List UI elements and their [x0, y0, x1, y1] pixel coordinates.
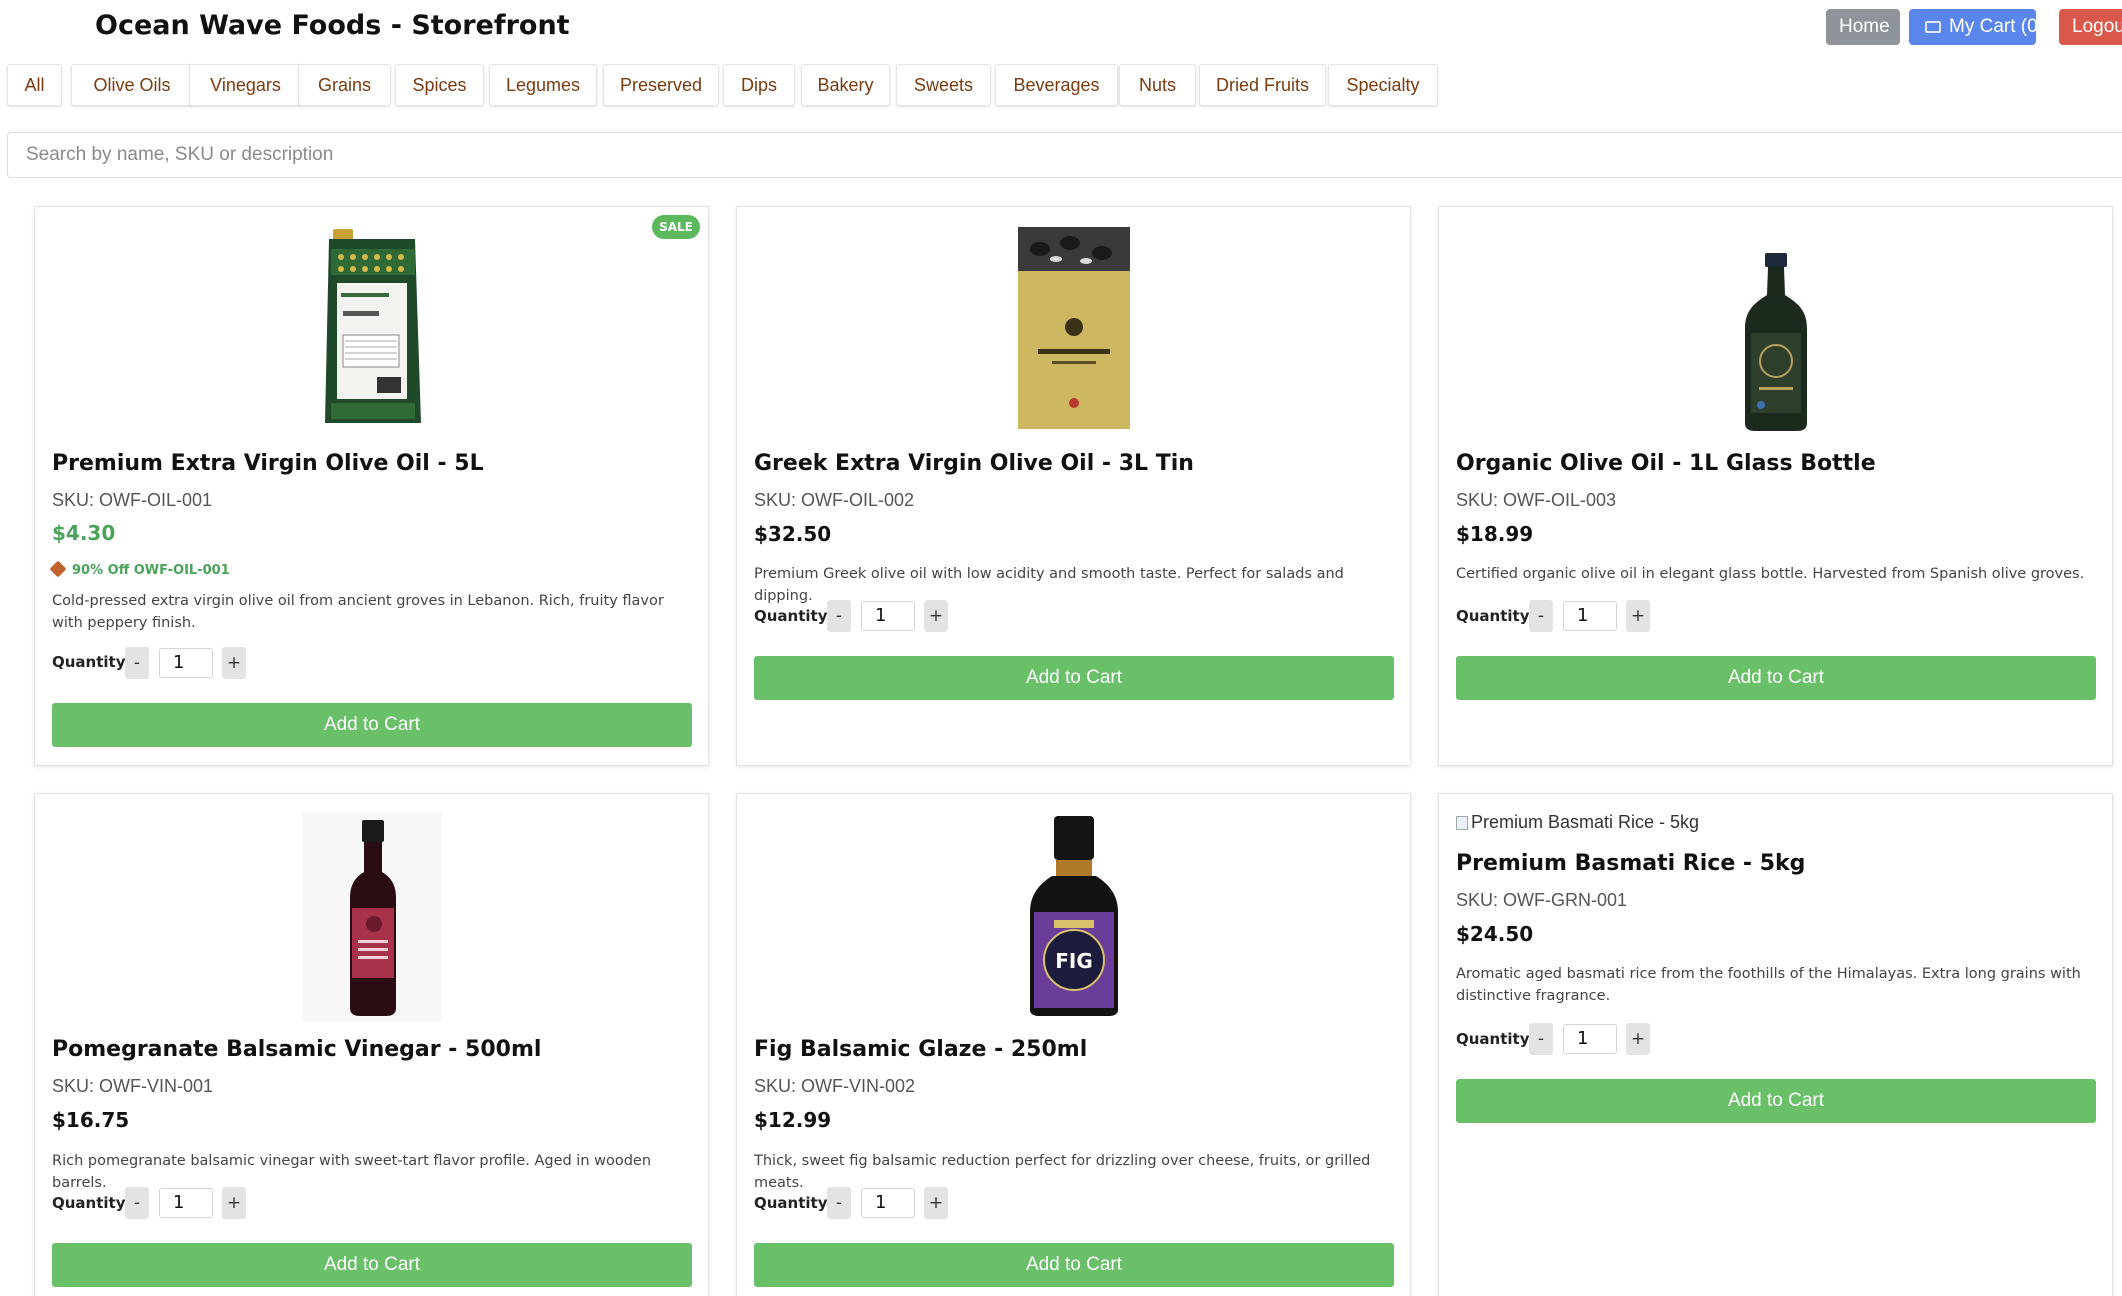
- quantity-label: Quantity:: [52, 1194, 132, 1212]
- product-name[interactable]: Greek Extra Virgin Olive Oil - 3L Tin: [754, 451, 1194, 476]
- product-card: Premium Basmati Rice - 5kg Premium Basma…: [1438, 793, 2113, 1296]
- product-card: Organic Olive Oil - 1L Glass Bottle SKU:…: [1438, 206, 2113, 766]
- quantity-label: Quantity:: [1456, 1030, 1536, 1048]
- product-price: $18.99: [1456, 522, 1534, 546]
- cart-icon: [1925, 21, 1941, 33]
- my-cart-button[interactable]: My Cart (0): [1909, 9, 2044, 45]
- broken-image: Premium Basmati Rice - 5kg: [1456, 812, 1699, 833]
- product-description: Cold-pressed extra virgin olive oil from…: [52, 593, 664, 631]
- search-input[interactable]: [7, 132, 2122, 178]
- broken-image-icon: [1456, 816, 1468, 830]
- product-name[interactable]: Premium Basmati Rice - 5kg: [1456, 851, 1805, 876]
- category-bakery[interactable]: Bakery: [801, 64, 890, 106]
- category-spices[interactable]: Spices: [395, 64, 484, 106]
- category-all[interactable]: All: [7, 64, 62, 106]
- store-title: Ocean Wave Foods - Storefront: [95, 10, 570, 41]
- top-bar: Ocean Wave Foods - Storefront Home My Ca…: [0, 0, 2122, 58]
- product-sku: SKU: OWF-VIN-002: [754, 1076, 916, 1096]
- product-description: Certified organic olive oil in elegant g…: [1456, 566, 2085, 582]
- logout-button[interactable]: Logout: [2059, 9, 2122, 45]
- product-price: $32.50: [754, 522, 832, 546]
- product-image: [1439, 251, 2112, 437]
- add-to-cart-button[interactable]: Add to Cart: [52, 1243, 692, 1287]
- quantity-increase-button[interactable]: +: [1626, 1023, 1650, 1055]
- quantity-decrease-button[interactable]: -: [125, 1187, 149, 1219]
- quantity-decrease-button[interactable]: -: [125, 647, 149, 679]
- category-beverages[interactable]: Beverages: [995, 64, 1118, 106]
- home-button[interactable]: Home: [1826, 9, 1900, 45]
- quantity-increase-button[interactable]: +: [222, 1187, 246, 1219]
- product-card: SALE Premium Extra Virgin Olive Oil - 5L…: [34, 206, 709, 766]
- product-sku: SKU: OWF-OIL-002: [754, 490, 915, 510]
- my-cart-label: My Cart (0): [1949, 16, 2044, 37]
- quantity-input[interactable]: 1: [159, 648, 213, 678]
- product-name[interactable]: Premium Extra Virgin Olive Oil - 5L: [52, 451, 484, 476]
- product-sku: SKU: OWF-OIL-001: [52, 490, 213, 510]
- quantity-increase-button[interactable]: +: [924, 1187, 948, 1219]
- glass-bottle-icon: [1744, 253, 1807, 431]
- category-grains[interactable]: Grains: [298, 64, 391, 106]
- category-vinegars[interactable]: Vinegars: [189, 64, 302, 106]
- category-dips[interactable]: Dips: [723, 64, 795, 106]
- category-specialty[interactable]: Specialty: [1328, 64, 1438, 106]
- product-image: [35, 812, 708, 1024]
- party-icon: [49, 560, 67, 578]
- product-sku: SKU: OWF-VIN-001: [52, 1076, 214, 1096]
- product-name[interactable]: Organic Olive Oil - 1L Glass Bottle: [1456, 451, 1876, 476]
- product-image: [35, 227, 708, 437]
- category-dried-fruits[interactable]: Dried Fruits: [1199, 64, 1326, 106]
- product-price: $24.50: [1456, 922, 1534, 946]
- bottle-label-text: FIG: [1055, 949, 1093, 973]
- category-olive-oils[interactable]: Olive Oils: [71, 64, 193, 106]
- add-to-cart-button[interactable]: Add to Cart: [52, 703, 692, 747]
- add-to-cart-button[interactable]: Add to Cart: [754, 1243, 1394, 1287]
- product-sku: SKU: OWF-GRN-001: [1456, 890, 1628, 910]
- category-sweets[interactable]: Sweets: [896, 64, 991, 106]
- product-card: FIG Fig Balsamic Glaze - 250ml SKU: OWF-…: [736, 793, 1411, 1296]
- quantity-input[interactable]: 1: [159, 1188, 213, 1218]
- quantity-label: Quantity:: [754, 607, 834, 625]
- quantity-label: Quantity:: [754, 1194, 834, 1212]
- quantity-label: Quantity:: [52, 653, 132, 671]
- product-sku: SKU: OWF-OIL-003: [1456, 490, 1617, 510]
- promo-text: 90% Off OWF-OIL-001: [72, 563, 230, 578]
- product-name[interactable]: Fig Balsamic Glaze - 250ml: [754, 1037, 1087, 1062]
- quantity-decrease-button[interactable]: -: [827, 600, 851, 632]
- quantity-increase-button[interactable]: +: [924, 600, 948, 632]
- product-price: $4.30: [52, 521, 116, 545]
- quantity-increase-button[interactable]: +: [222, 647, 246, 679]
- quantity-increase-button[interactable]: +: [1626, 600, 1650, 632]
- category-nuts[interactable]: Nuts: [1119, 64, 1196, 106]
- product-card: Greek Extra Virgin Olive Oil - 3L Tin SK…: [736, 206, 1411, 766]
- product-image: FIG: [737, 814, 1410, 1022]
- quantity-decrease-button[interactable]: -: [1529, 1023, 1553, 1055]
- quantity-decrease-button[interactable]: -: [1529, 600, 1553, 632]
- quantity-input[interactable]: 1: [1563, 1024, 1617, 1054]
- product-description: Aromatic aged basmati rice from the foot…: [1456, 966, 2081, 1004]
- olive-oil-tin-icon: [324, 229, 421, 423]
- product-price: $16.75: [52, 1108, 130, 1132]
- add-to-cart-button[interactable]: Add to Cart: [754, 656, 1394, 700]
- quantity-input[interactable]: 1: [861, 601, 915, 631]
- category-preserved[interactable]: Preserved: [603, 64, 719, 106]
- quantity-input[interactable]: 1: [1563, 601, 1617, 631]
- quantity-decrease-button[interactable]: -: [827, 1187, 851, 1219]
- quantity-input[interactable]: 1: [861, 1188, 915, 1218]
- fig-glaze-bottle-icon: FIG: [1029, 816, 1118, 1016]
- image-alt-text: Premium Basmati Rice - 5kg: [1471, 812, 1700, 832]
- product-image: [737, 225, 1410, 435]
- product-card: Pomegranate Balsamic Vinegar - 500ml SKU…: [34, 793, 709, 1296]
- promo-label: 90% Off OWF-OIL-001: [49, 560, 230, 578]
- vinegar-bottle-icon: [301, 812, 442, 1022]
- product-price: $12.99: [754, 1108, 832, 1132]
- category-legumes[interactable]: Legumes: [489, 64, 597, 106]
- quantity-label: Quantity:: [1456, 607, 1536, 625]
- product-name[interactable]: Pomegranate Balsamic Vinegar - 500ml: [52, 1037, 541, 1062]
- add-to-cart-button[interactable]: Add to Cart: [1456, 656, 2096, 700]
- olive-oil-tin-icon: [1017, 227, 1130, 429]
- add-to-cart-button[interactable]: Add to Cart: [1456, 1079, 2096, 1123]
